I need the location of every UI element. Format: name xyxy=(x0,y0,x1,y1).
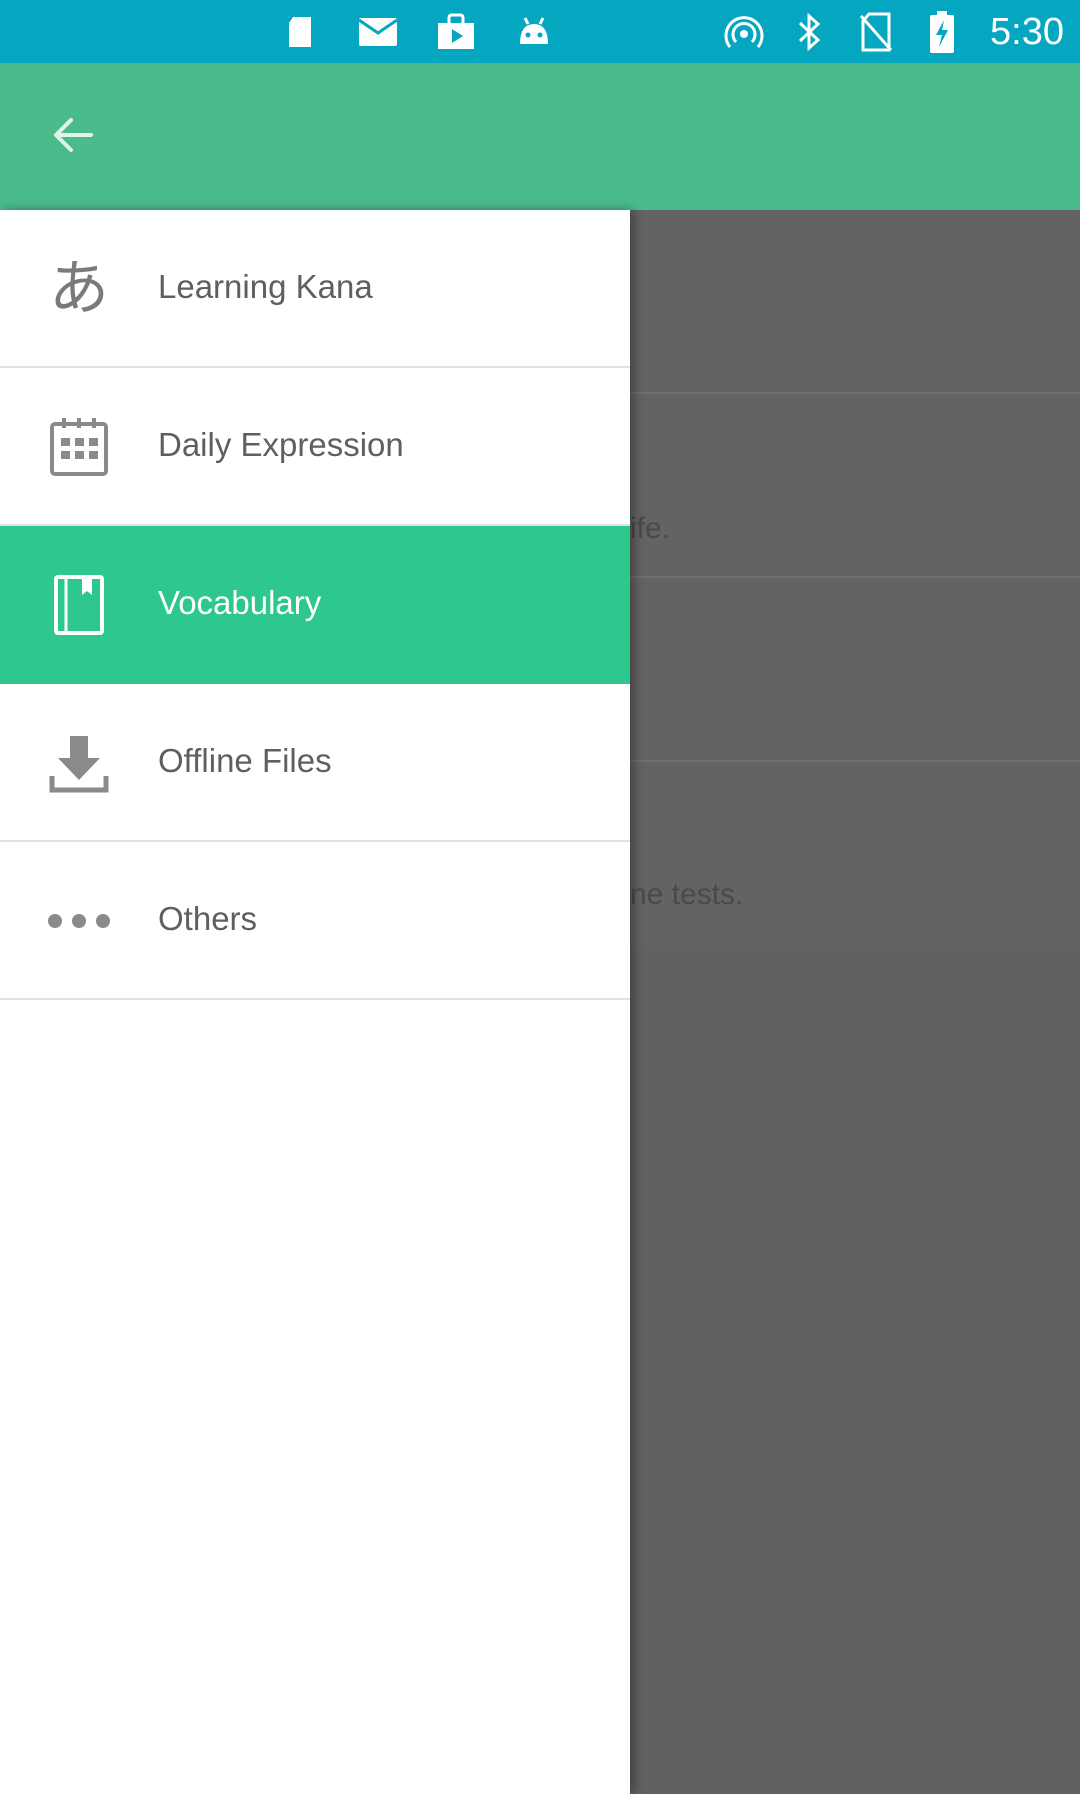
drawer-item-offline-files[interactable]: Offline Files xyxy=(0,684,630,842)
play-store-icon xyxy=(434,10,478,54)
bluetooth-icon xyxy=(788,10,832,54)
arrow-back-icon xyxy=(54,118,93,152)
drawer-item-vocabulary[interactable]: Vocabulary xyxy=(0,526,630,684)
drawer-item-daily-expression[interactable]: Daily Expression xyxy=(0,368,630,526)
divider xyxy=(630,392,1080,394)
no-sim-icon xyxy=(854,10,898,54)
book-icon xyxy=(44,570,114,640)
drawer-item-label: Others xyxy=(158,900,258,937)
sd-card-icon xyxy=(278,10,322,54)
background-content: ife. ne tests. xyxy=(630,210,1080,945)
divider xyxy=(630,576,1080,578)
status-bar: 5:30 xyxy=(0,0,1080,63)
background-text: ne tests. xyxy=(630,878,744,911)
drawer-item-label: Vocabulary xyxy=(158,584,322,621)
drawer-item-label: Daily Expression xyxy=(158,426,404,463)
battery-charging-icon xyxy=(920,10,964,54)
hotspot-icon xyxy=(722,10,766,54)
system-icons: 5:30 xyxy=(722,10,1064,54)
divider xyxy=(630,760,1080,762)
kana-icon: あ xyxy=(49,254,109,324)
status-time: 5:30 xyxy=(990,10,1064,53)
download-icon xyxy=(44,728,114,798)
calendar-icon xyxy=(44,412,114,482)
drawer-item-others[interactable]: Others xyxy=(0,842,630,1000)
more-horizontal-icon xyxy=(44,886,114,956)
toolbar xyxy=(0,63,1080,210)
drawer-item-learning-kana[interactable]: あ Learning Kana xyxy=(0,210,630,368)
drawer-item-label: Learning Kana xyxy=(158,268,373,305)
background-text: ife. xyxy=(630,512,671,545)
notification-icons xyxy=(278,10,556,54)
drawer-item-label: Offline Files xyxy=(158,742,332,779)
back-button[interactable] xyxy=(42,104,104,166)
android-icon xyxy=(512,10,556,54)
navigation-drawer: あ Learning Kana Daily Expression Vocabul… xyxy=(0,210,630,1794)
mail-icon xyxy=(356,10,400,54)
